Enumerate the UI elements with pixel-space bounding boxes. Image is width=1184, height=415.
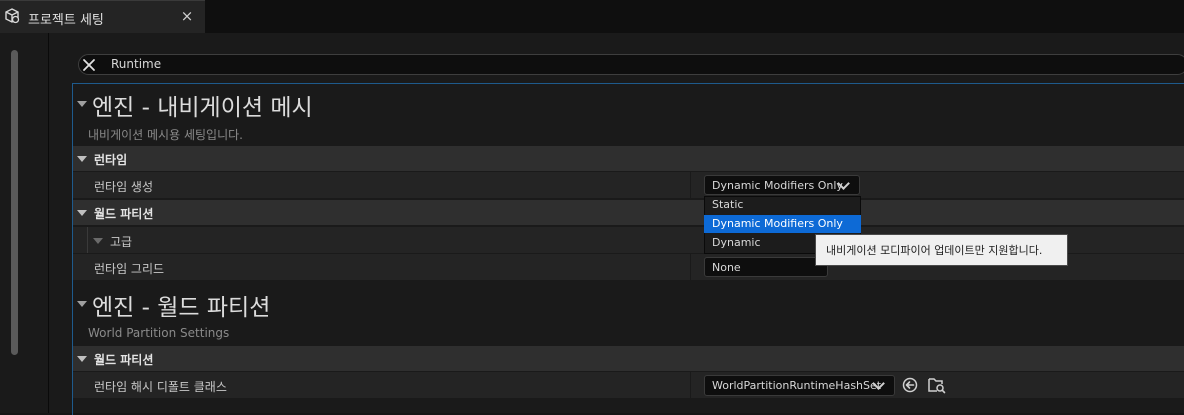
search-value[interactable]: Runtime: [111, 57, 161, 71]
category-world-partition[interactable]: [73, 200, 1184, 225]
property-label: 고급: [110, 235, 133, 249]
category-label: 월드 파티션: [94, 207, 154, 221]
search-input[interactable]: [78, 54, 1184, 75]
collapse-arrow-icon[interactable]: [77, 210, 87, 216]
category-runtime[interactable]: [73, 146, 1184, 171]
dropdown-option-static[interactable]: Static: [704, 196, 861, 214]
collapse-arrow-icon[interactable]: [77, 156, 87, 162]
combo-value: None: [712, 261, 741, 274]
reset-arrow-icon[interactable]: [902, 377, 918, 393]
settings-cubes-icon: [5, 8, 20, 24]
column-splitter[interactable]: [690, 172, 691, 198]
property-row-runtime-generation: [73, 172, 1184, 198]
browse-folder-icon[interactable]: [928, 376, 946, 394]
property-label: 런타임 해시 디폴트 클래스: [94, 380, 227, 394]
combo-value: WorldPartitionRuntimeHashSet: [712, 379, 882, 392]
property-row-runtime-hash-class: [73, 372, 1184, 398]
collapse-arrow-icon[interactable]: [77, 101, 87, 107]
left-panel: [0, 33, 48, 413]
left-panel-scrollbar[interactable]: [11, 50, 18, 355]
tab-close-button[interactable]: ×: [180, 7, 194, 25]
collapse-arrow-icon[interactable]: [77, 356, 87, 362]
section-title: 엔진 - 월드 파티션: [92, 295, 271, 321]
property-label: 런타임 생성: [94, 180, 154, 194]
tooltip-text: 내비게이션 모디파이어 업데이트만 지원합니다.: [826, 244, 1043, 257]
indent-guide: [87, 227, 88, 253]
collapse-arrow-icon[interactable]: [77, 301, 87, 307]
dropdown-option-dynamic-modifiers-only[interactable]: Dynamic Modifiers Only: [704, 215, 861, 233]
section-description: 내비게이션 메시용 세팅입니다.: [88, 128, 243, 142]
combo-value: Dynamic Modifiers Only: [712, 179, 843, 192]
column-splitter[interactable]: [690, 372, 691, 398]
category-world-partition[interactable]: [73, 346, 1184, 371]
property-label: 런타임 그리드: [94, 262, 165, 276]
section-title: 엔진 - 내비게이션 메시: [92, 95, 313, 121]
category-label: 월드 파티션: [94, 353, 154, 367]
close-icon[interactable]: [81, 57, 97, 73]
tab-title: 프로젝트 세팅: [28, 13, 104, 28]
collapse-arrow-icon[interactable]: [93, 238, 103, 244]
category-label: 런타임: [94, 153, 128, 167]
section-description: World Partition Settings: [88, 326, 230, 340]
column-splitter[interactable]: [690, 254, 691, 280]
